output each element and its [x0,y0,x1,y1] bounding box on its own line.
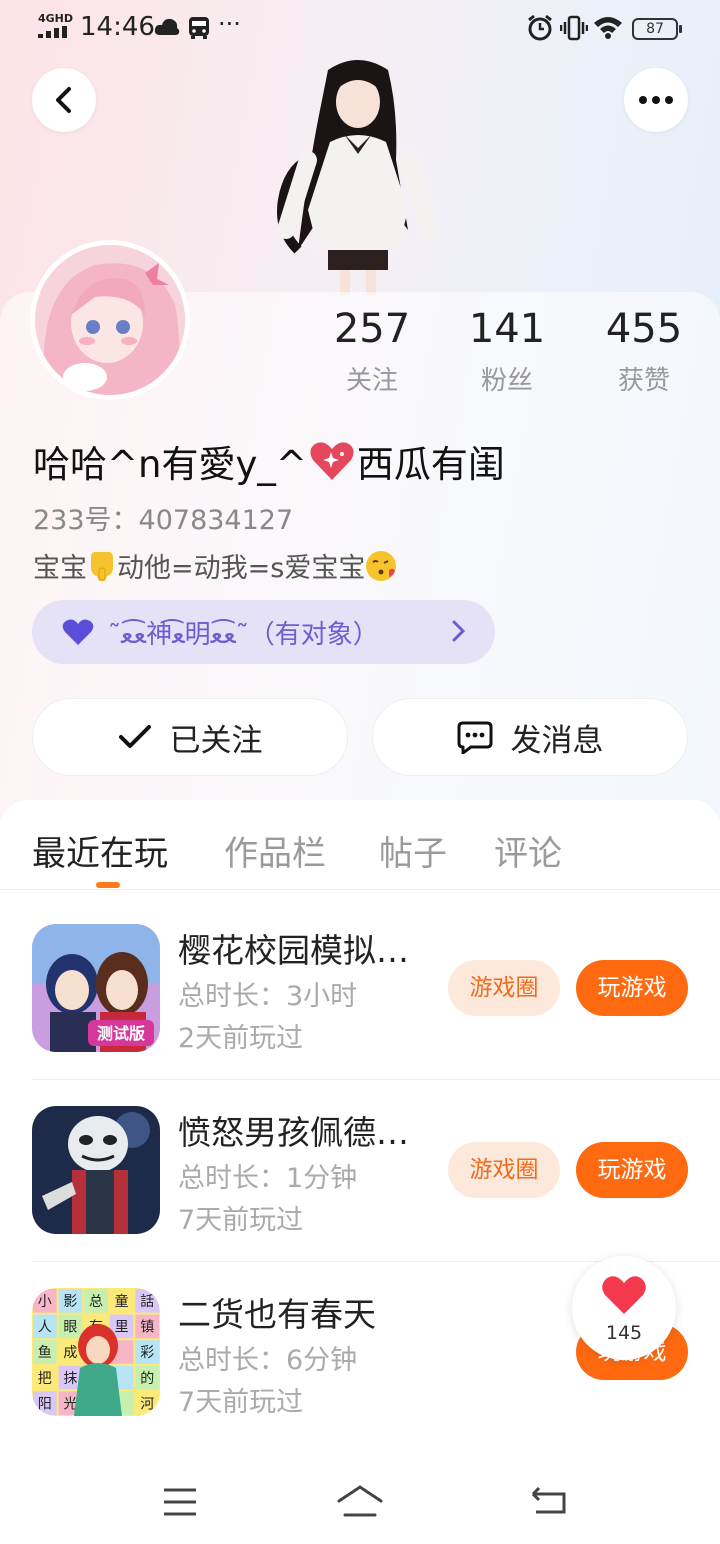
home-icon[interactable] [336,1484,384,1518]
game-icon-angry-boy [32,1106,160,1234]
more-notifications: ··· [218,10,241,38]
send-message-button[interactable]: 发消息 [372,698,688,776]
angry-boy-icon-image [32,1106,160,1234]
likes-count: 455 [605,306,683,352]
followers-stat[interactable]: 141 粉丝 [447,306,567,397]
game-icon-sakura: 测试版 [32,924,160,1052]
erhuo-icon-image: 小影总童話人眼有里镇鱼成彩把抹的阳光河 [32,1288,160,1416]
grid-char: 里 [115,1320,129,1336]
game-icon-erhuo: 小影总童話人眼有里镇鱼成彩把抹的阳光河 [32,1288,160,1416]
avatar-image [35,245,185,395]
grid-char: 镇 [140,1320,154,1336]
chat-bubble-icon [457,721,492,754]
menu-icon[interactable] [162,1487,198,1517]
checkmark-icon [118,725,151,748]
avatar[interactable] [30,240,190,400]
grid-char: 影 [63,1294,77,1310]
grid-char: 河 [140,1396,154,1412]
followers-count: 141 [468,306,546,352]
bio: 宝宝 动他=动我=s爱宝宝 [33,546,397,585]
grid-char: 童 [115,1293,129,1310]
signal-icon [38,26,70,38]
following-count: 257 [333,306,411,352]
bio-text-a: 宝宝 [33,553,87,584]
game-circle-button[interactable]: 游戏圈 [448,960,560,1016]
like-float-button[interactable]: 145 [572,1256,676,1360]
couple-text: ˜ﻌ͡ﻌ神ﻌ͡明ﻌ͡ﻌ˜（有对象） [108,619,379,650]
sakura-school-icon-image: 测试版 [32,924,160,1052]
back-nav-icon[interactable] [530,1486,568,1518]
nickname-text: 哈哈^n有愛y_^ [33,443,307,486]
play-game-button[interactable]: 玩游戏 [576,1142,688,1198]
game-title: 樱花校园模拟… [178,931,409,970]
bus-icon [189,17,209,39]
send-message-label: 发消息 [510,722,604,759]
grid-char: 小 [38,1294,52,1310]
grid-char: 阳 [38,1396,52,1412]
heart-icon [602,1276,646,1314]
grid-char: 話 [140,1293,154,1310]
vibrate-icon [560,15,588,41]
network-type: 4GHD [38,12,74,25]
bio-text-b: 动他=动我=s爱宝宝 [117,553,366,584]
grid-char: 总 [89,1294,103,1310]
grid-char: 鱼 [38,1344,52,1361]
tab-recently-played[interactable]: 最近在玩 [32,826,168,875]
more-dots-icon [639,96,673,104]
game-list-item[interactable]: 测试版 樱花校园模拟… 总时长：3小时 2天前玩过 游戏圈 玩游戏 [0,898,720,1080]
likes-label: 获赞 [617,366,670,396]
grid-char: 的 [140,1371,154,1387]
following-stat[interactable]: 257 关注 [312,306,432,397]
tabs-divider [0,889,720,890]
pointing-down-emoji-icon [91,551,113,581]
followed-label: 已关注 [169,722,263,759]
game-last-played: 2天前玩过 [178,1023,304,1054]
followed-button[interactable]: 已关注 [32,698,348,776]
game-list-item[interactable]: 愤怒男孩佩德… 总时长：1分钟 7天前玩过 游戏圈 玩游戏 [0,1080,720,1262]
system-nav-bar [0,1460,720,1544]
banner-character-image [277,60,439,295]
nickname-suffix: 西瓜有闺 [356,443,505,486]
grid-char: 抹 [63,1371,77,1387]
grid-char: 彩 [140,1345,154,1361]
kissing-face-emoji-icon [366,550,397,581]
chevron-left-icon [56,87,71,113]
nickname: 哈哈^n有愛y_^ 西瓜有闺 [33,434,505,488]
alarm-icon [528,14,552,41]
game-circle-button[interactable]: 游戏圈 [448,1142,560,1198]
game-duration: 总时长：6分钟 [178,1345,358,1376]
clock: 14:46 [80,12,155,42]
couple-badge[interactable]: ˜ﻌ͡ﻌ神ﻌ͡明ﻌ͡ﻌ˜（有对象） [32,600,495,664]
grid-char: 成 [63,1345,77,1361]
battery-indicator: 87 [632,18,682,40]
active-tab-indicator [96,882,120,888]
cloud-icon [154,18,180,35]
followers-label: 粉丝 [480,366,533,396]
user-id: 233号：407834127 [33,505,294,536]
tab-works[interactable]: 作品栏 [224,826,326,875]
game-duration: 总时长：3小时 [178,981,358,1012]
tab-posts[interactable]: 帖子 [379,826,447,875]
grid-char: 把 [38,1371,52,1387]
chevron-right-icon [452,620,466,642]
game-title: 二货也有春天 [178,1295,376,1334]
more-options-button[interactable] [624,68,688,132]
play-game-button[interactable]: 玩游戏 [576,960,688,1016]
purple-heart-icon [62,619,94,645]
likes-stat[interactable]: 455 获赞 [584,306,704,397]
wifi-icon [594,17,622,39]
grid-char: 人 [38,1320,52,1336]
back-button[interactable] [32,68,96,132]
tab-comments[interactable]: 评论 [494,826,562,875]
grid-char: 眼 [63,1320,77,1336]
like-count: 145 [605,1322,643,1344]
svg-text:测试版: 测试版 [97,1024,145,1043]
sparkle-heart-icon [310,442,354,480]
game-last-played: 7天前玩过 [178,1205,304,1236]
game-title: 愤怒男孩佩德… [178,1113,409,1152]
game-last-played: 7天前玩过 [178,1387,304,1418]
following-label: 关注 [345,366,398,396]
game-duration: 总时长：1分钟 [178,1163,358,1194]
